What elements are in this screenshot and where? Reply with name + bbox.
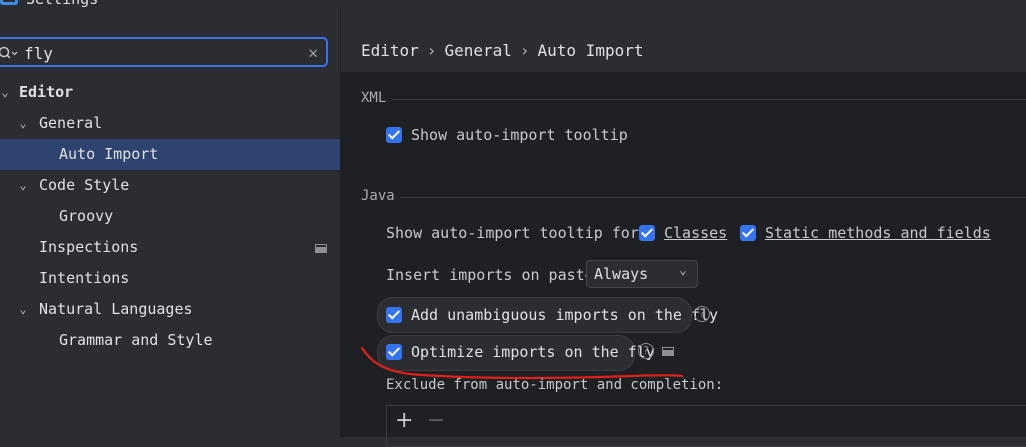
- tree-item-inspections[interactable]: Inspections: [0, 232, 340, 263]
- breadcrumb-separator: ›: [426, 41, 437, 60]
- tree-item-editor[interactable]: ⌄ Editor: [0, 77, 340, 108]
- classes-checkbox[interactable]: [639, 225, 655, 241]
- tree-item-label: Grammar and Style: [59, 331, 213, 349]
- tree-item-code-style[interactable]: ⌄ Code Style: [0, 170, 340, 201]
- static-methods-label[interactable]: Static methods and fields: [765, 224, 991, 242]
- section-title-xml: XML: [361, 90, 387, 106]
- add-unambiguous-imports-checkbox[interactable]: [386, 307, 402, 323]
- close-icon[interactable]: ✕: [308, 42, 318, 64]
- show-auto-import-tooltip-checkbox[interactable]: [386, 127, 402, 143]
- tree-item-label: Groovy: [59, 207, 114, 225]
- tree-item-label: Inspections: [39, 238, 139, 256]
- plus-icon[interactable]: +: [395, 408, 413, 433]
- title-bar: Settings: [0, 0, 1026, 8]
- breadcrumb-item-auto-import: Auto Import: [537, 41, 644, 60]
- breadcrumb-separator: ›: [519, 41, 530, 60]
- breadcrumb: Editor › General › Auto Import: [361, 41, 643, 60]
- window-title: Settings: [26, 0, 98, 8]
- modified-indicator-icon: [315, 244, 327, 253]
- section-divider: [392, 99, 1026, 100]
- tree-item-auto-import[interactable]: Auto Import: [0, 139, 340, 170]
- tree-item-label: General: [39, 114, 103, 132]
- static-methods-checkbox[interactable]: [740, 225, 756, 241]
- breadcrumb-item-editor[interactable]: Editor: [361, 41, 419, 60]
- settings-tree: ⌄ Editor ⌄ General Auto Import ⌄ Code St…: [0, 77, 340, 356]
- section-title-java: Java: [361, 188, 395, 204]
- tree-item-label: Editor: [19, 83, 74, 101]
- chevron-down-icon[interactable]: ⌄: [16, 108, 30, 139]
- insert-on-paste-select[interactable]: Always ⌄: [586, 260, 698, 288]
- search-input[interactable]: [24, 42, 284, 64]
- add-unambiguous-imports-label[interactable]: Add unambiguous imports on the fly: [411, 306, 718, 324]
- breadcrumb-item-general[interactable]: General: [444, 41, 511, 60]
- tree-item-groovy[interactable]: Groovy: [0, 201, 340, 232]
- insert-on-paste-value: Always: [594, 265, 649, 283]
- chevron-down-icon[interactable]: ⌄: [0, 77, 12, 108]
- tree-item-label: Auto Import: [59, 145, 159, 163]
- app-logo-icon: [0, 0, 18, 5]
- tree-item-grammar-and-style[interactable]: Grammar and Style: [0, 325, 340, 356]
- settings-header: Editor › General › Auto Import: [341, 8, 1026, 72]
- chevron-down-icon: ⌄: [679, 263, 687, 278]
- chevron-down-icon[interactable]: ⌄: [16, 294, 30, 325]
- settings-sidebar: ✕ ⌄ Editor ⌄ General Auto Import ⌄ Code …: [0, 8, 341, 437]
- help-icon[interactable]: ?: [694, 306, 710, 322]
- tree-item-label: Natural Languages: [39, 300, 193, 318]
- tree-item-label: Code Style: [39, 176, 130, 194]
- classes-label[interactable]: Classes: [664, 224, 727, 242]
- tree-item-natural-languages[interactable]: ⌄ Natural Languages: [0, 294, 340, 325]
- tree-item-intentions[interactable]: Intentions: [0, 263, 340, 294]
- exclude-label: Exclude from auto-import and completion:: [386, 377, 724, 393]
- search-icon[interactable]: [0, 45, 18, 61]
- tree-item-general[interactable]: ⌄ General: [0, 108, 340, 139]
- exclude-list[interactable]: + −: [386, 405, 1026, 447]
- tree-item-label: Intentions: [39, 269, 130, 287]
- settings-search-box[interactable]: ✕: [0, 37, 328, 67]
- chevron-down-icon[interactable]: ⌄: [16, 170, 30, 201]
- insert-on-paste-label: Insert imports on paste:: [386, 266, 603, 284]
- minus-icon[interactable]: −: [427, 408, 445, 433]
- section-divider: [400, 197, 1026, 198]
- tooltip-for-label: Show auto-import tooltip for:: [386, 224, 648, 242]
- show-auto-import-tooltip-label[interactable]: Show auto-import tooltip: [411, 126, 628, 144]
